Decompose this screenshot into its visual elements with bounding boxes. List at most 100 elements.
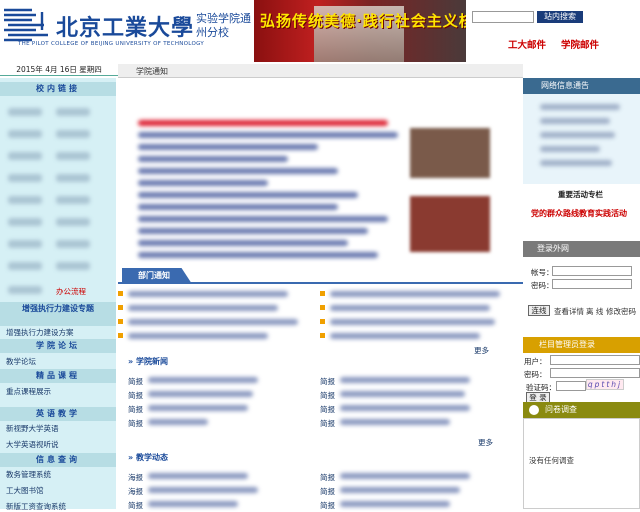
network-notice-item[interactable] bbox=[540, 146, 600, 152]
logo-english: THE PILOT COLLEGE OF BEIJING UNIVERSITY … bbox=[18, 41, 205, 47]
news-item[interactable] bbox=[148, 377, 258, 383]
blurred-link[interactable] bbox=[8, 174, 42, 182]
key-activity-heading: 重要活动专栏 bbox=[558, 190, 603, 199]
news-item[interactable] bbox=[148, 419, 208, 425]
change-password-link[interactable]: 修改密码 bbox=[606, 306, 636, 317]
notice-item[interactable] bbox=[138, 132, 398, 138]
news-item[interactable] bbox=[340, 405, 470, 411]
library-link[interactable]: 工大图书馆 bbox=[6, 485, 44, 496]
dept-notice-item[interactable] bbox=[330, 305, 490, 311]
dept-notice-item[interactable] bbox=[330, 319, 495, 325]
admin-password-input[interactable] bbox=[550, 368, 640, 378]
news-item[interactable] bbox=[340, 377, 470, 383]
college-mail-link[interactable]: 学院邮件 bbox=[561, 37, 599, 51]
news-item[interactable] bbox=[340, 391, 465, 397]
news-item[interactable] bbox=[340, 419, 450, 425]
network-notice-item[interactable] bbox=[540, 132, 615, 138]
listening-link[interactable]: 大学英语视听说 bbox=[6, 439, 59, 450]
notice-item[interactable] bbox=[138, 228, 368, 234]
blurred-link[interactable] bbox=[56, 262, 90, 270]
notice-header-strip bbox=[118, 64, 523, 78]
teaching-item[interactable] bbox=[148, 487, 258, 493]
search-button[interactable]: 站内搜索 bbox=[537, 11, 583, 23]
dept-notice-item[interactable] bbox=[128, 305, 278, 311]
notice-item[interactable] bbox=[138, 240, 348, 246]
no-survey-text: 没有任何调查 bbox=[529, 456, 574, 465]
dept-notice-item[interactable] bbox=[128, 319, 298, 325]
news-item[interactable] bbox=[148, 405, 248, 411]
blurred-link[interactable] bbox=[8, 130, 42, 138]
notice-item[interactable] bbox=[138, 180, 268, 186]
blurred-link[interactable] bbox=[8, 218, 42, 226]
blurred-link[interactable] bbox=[8, 152, 42, 160]
teaching-item[interactable] bbox=[340, 473, 470, 479]
network-notice-item[interactable] bbox=[540, 104, 620, 110]
teaching-forum-link[interactable]: 教学论坛 bbox=[6, 356, 36, 367]
blurred-link[interactable] bbox=[56, 196, 90, 204]
bullet-icon bbox=[118, 305, 123, 310]
network-notice-title: 网络信息通告 bbox=[541, 81, 589, 90]
forum-heading: 学院论坛 bbox=[0, 339, 116, 353]
left-sidebar: 校内链接 办公流程 增强执行力建设专题 增强执行力建设方案 学院论坛 教学论坛 … bbox=[0, 78, 116, 512]
academic-system-link[interactable]: 教务管理系统 bbox=[6, 469, 51, 480]
blurred-link[interactable] bbox=[8, 196, 42, 204]
execution-plan-link[interactable]: 增强执行力建设方案 bbox=[6, 327, 74, 338]
bjut-mail-link[interactable]: 工大邮件 bbox=[508, 37, 546, 51]
teaching-item[interactable] bbox=[148, 473, 248, 479]
teaching-item[interactable] bbox=[340, 487, 460, 493]
notice-item[interactable] bbox=[138, 144, 318, 150]
blurred-link[interactable] bbox=[56, 218, 90, 226]
captcha-image[interactable]: qptthj bbox=[586, 379, 624, 390]
blurred-link[interactable] bbox=[8, 262, 42, 270]
captcha-input[interactable] bbox=[556, 381, 586, 391]
password-input[interactable] bbox=[552, 279, 632, 289]
key-activity-link[interactable]: 党的群众路线教育实践活动 bbox=[531, 208, 627, 219]
blurred-link[interactable] bbox=[56, 130, 90, 138]
blurred-link[interactable] bbox=[8, 240, 42, 248]
notice-item[interactable] bbox=[138, 204, 338, 210]
notice-photo[interactable] bbox=[410, 196, 490, 252]
teaching-item[interactable] bbox=[148, 501, 238, 507]
search-input[interactable] bbox=[472, 11, 534, 23]
news-item[interactable] bbox=[148, 391, 253, 397]
notice-item[interactable] bbox=[138, 156, 288, 162]
blurred-link[interactable] bbox=[56, 108, 90, 116]
more-link[interactable]: 更多 bbox=[478, 437, 493, 448]
logo-text: 北京工業大學 bbox=[56, 15, 195, 41]
notice-item[interactable] bbox=[138, 216, 388, 222]
teaching-item[interactable] bbox=[340, 501, 450, 507]
dept-notice-item[interactable] bbox=[330, 291, 500, 297]
view-detail-link[interactable]: 查看详情 bbox=[554, 306, 584, 317]
news-tag: 简报 bbox=[320, 405, 335, 414]
network-notice-item[interactable] bbox=[540, 160, 612, 166]
admin-login-title: 栏目管理员登录 bbox=[539, 340, 595, 349]
tab-dept-notice[interactable]: 部门通知 bbox=[122, 268, 192, 284]
notice-item[interactable] bbox=[138, 168, 338, 174]
offline-link[interactable]: 离 线 bbox=[586, 306, 603, 317]
notice-item[interactable] bbox=[138, 192, 358, 198]
blurred-link[interactable] bbox=[8, 108, 42, 116]
user-input[interactable] bbox=[550, 355, 640, 365]
salary-system-link[interactable]: 新版工资查询系统 bbox=[6, 501, 66, 512]
new-horizon-link[interactable]: 新视野大学英语 bbox=[6, 423, 59, 434]
key-course-link[interactable]: 重点课程展示 bbox=[6, 386, 51, 397]
notice-photo[interactable] bbox=[410, 128, 490, 178]
more-link[interactable]: 更多 bbox=[474, 345, 489, 356]
dept-notice-item[interactable] bbox=[128, 291, 288, 297]
dept-notice-item[interactable] bbox=[330, 333, 480, 339]
blurred-link[interactable] bbox=[56, 240, 90, 248]
office-process-link[interactable]: 办公流程 bbox=[56, 286, 86, 297]
account-input[interactable] bbox=[552, 266, 632, 276]
blurred-link[interactable] bbox=[8, 286, 42, 294]
notice-item[interactable] bbox=[138, 120, 388, 126]
dept-notice-item[interactable] bbox=[128, 333, 268, 339]
user-label: 用户： bbox=[524, 357, 547, 366]
connect-button[interactable]: 连线 bbox=[528, 305, 550, 316]
notice-item[interactable] bbox=[138, 252, 378, 258]
survey-bar: 问卷调查 bbox=[523, 402, 640, 418]
blurred-link[interactable] bbox=[56, 174, 90, 182]
network-notice-item[interactable] bbox=[540, 118, 610, 124]
internal-links-heading: 校内链接 bbox=[0, 82, 116, 96]
blurred-link[interactable] bbox=[56, 152, 90, 160]
account-label: 帐号： bbox=[531, 268, 554, 277]
